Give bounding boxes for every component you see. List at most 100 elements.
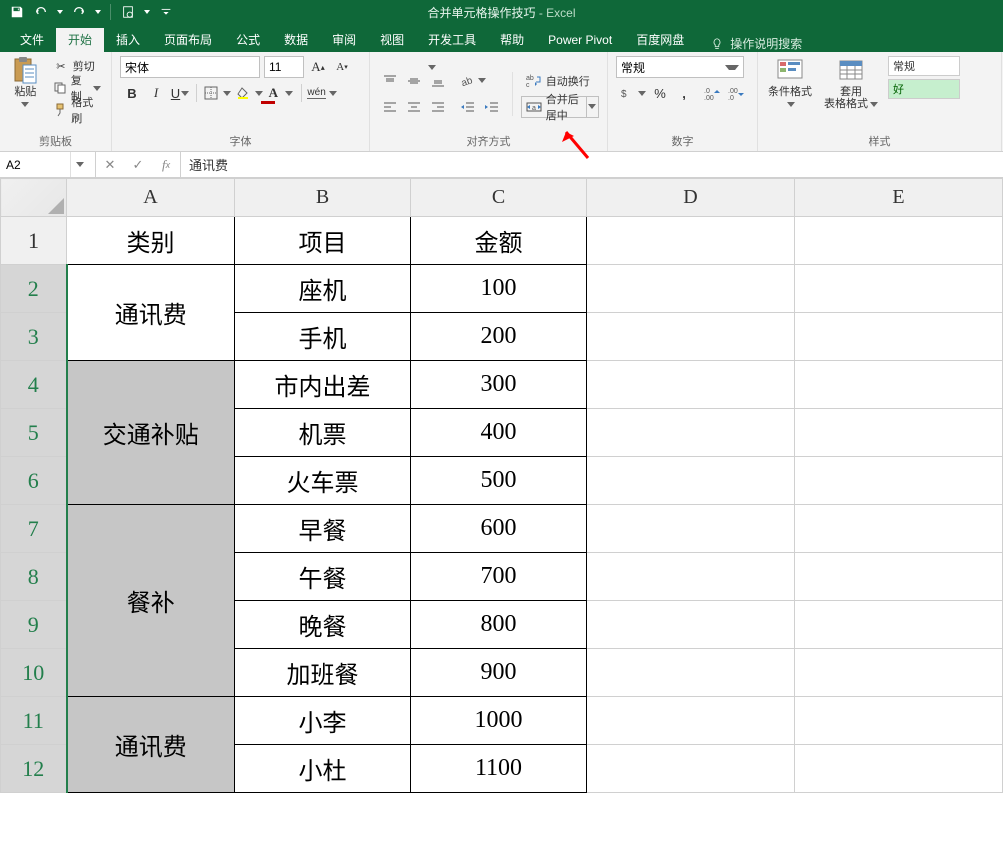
chevron-down-icon[interactable]	[725, 65, 739, 70]
align-left-button[interactable]	[378, 96, 402, 118]
cell-E9[interactable]	[795, 601, 1003, 649]
style-normal[interactable]: 常规	[888, 56, 960, 76]
conditional-formatting-button[interactable]: 条件格式	[766, 56, 814, 110]
decrease-indent-button[interactable]	[456, 96, 480, 118]
cell-B1[interactable]: 项目	[235, 217, 411, 265]
increase-decimal-button[interactable]: .0.00	[700, 82, 724, 104]
decrease-decimal-button[interactable]: .00.0	[724, 82, 748, 104]
row-header-1[interactable]: 1	[1, 217, 67, 265]
name-box-input[interactable]	[0, 158, 70, 172]
row-header-4[interactable]: 4	[1, 361, 67, 409]
font-color-button[interactable]: A	[265, 82, 297, 104]
cell-D1[interactable]	[587, 217, 795, 265]
number-format-combo[interactable]	[616, 56, 744, 78]
cell-D6[interactable]	[587, 457, 795, 505]
row-header-12[interactable]: 12	[1, 745, 67, 793]
cell-B5[interactable]: 机票	[235, 409, 411, 457]
row-header-10[interactable]: 10	[1, 649, 67, 697]
cell-B10[interactable]: 加班餐	[235, 649, 411, 697]
cell-C10[interactable]: 900	[411, 649, 587, 697]
column-header-D[interactable]: D	[587, 179, 795, 217]
cell-B4[interactable]: 市内出差	[235, 361, 411, 409]
tab-page-layout[interactable]: 页面布局	[152, 28, 224, 52]
column-header-C[interactable]: C	[411, 179, 587, 217]
cell-C7[interactable]: 600	[411, 505, 587, 553]
tab-insert[interactable]: 插入	[104, 28, 152, 52]
cell-styles-gallery[interactable]: 常规 好	[888, 56, 960, 102]
cell-C8[interactable]: 700	[411, 553, 587, 601]
cell-D5[interactable]	[587, 409, 795, 457]
row-header-8[interactable]: 8	[1, 553, 67, 601]
name-box[interactable]	[0, 152, 96, 177]
cell-A7[interactable]: 餐补	[67, 505, 235, 697]
cancel-formula-button[interactable]: ✕	[96, 152, 124, 177]
cell-A1[interactable]: 类别	[67, 217, 235, 265]
cell-C11[interactable]: 1000	[411, 697, 587, 745]
cell-A2[interactable]: 通讯费	[67, 265, 235, 361]
cell-C5[interactable]: 400	[411, 409, 587, 457]
format-painter-button[interactable]: 格式刷	[51, 100, 103, 120]
align-middle-button[interactable]	[402, 70, 426, 92]
number-format-input[interactable]	[617, 57, 725, 77]
underline-button[interactable]: U	[168, 82, 192, 104]
row-header-11[interactable]: 11	[1, 697, 67, 745]
tab-review[interactable]: 审阅	[320, 28, 368, 52]
tab-file[interactable]: 文件	[8, 28, 56, 52]
cell-C3[interactable]: 200	[411, 313, 587, 361]
cell-B6[interactable]: 火车票	[235, 457, 411, 505]
wrap-text-button[interactable]: abc 自动换行	[521, 70, 599, 92]
spreadsheet-grid[interactable]: A B C D E 1 类别 项目 金额 2 通讯费 座机 100 3 手机 2…	[0, 178, 1003, 793]
row-header-2[interactable]: 2	[1, 265, 67, 313]
bold-button[interactable]: B	[120, 82, 144, 104]
tell-me-search[interactable]: 操作说明搜索	[710, 35, 802, 52]
cell-E10[interactable]	[795, 649, 1003, 697]
tab-formulas[interactable]: 公式	[224, 28, 272, 52]
formula-bar-value[interactable]: 通讯费	[181, 152, 1003, 177]
align-top-button[interactable]	[378, 70, 402, 92]
font-size-combo[interactable]	[264, 56, 304, 78]
cell-E7[interactable]	[795, 505, 1003, 553]
format-as-table-button[interactable]: 套用 表格格式	[824, 56, 878, 110]
phonetic-button[interactable]: wén	[306, 82, 338, 104]
font-name-combo[interactable]	[120, 56, 260, 78]
select-all-corner[interactable]	[1, 179, 67, 217]
align-center-button[interactable]	[402, 96, 426, 118]
increase-indent-button[interactable]	[480, 96, 504, 118]
decrease-font-button[interactable]: A▾	[332, 56, 352, 78]
cell-D9[interactable]	[587, 601, 795, 649]
row-header-5[interactable]: 5	[1, 409, 67, 457]
cell-E4[interactable]	[795, 361, 1003, 409]
borders-button[interactable]	[201, 82, 233, 104]
cell-E5[interactable]	[795, 409, 1003, 457]
cell-E11[interactable]	[795, 697, 1003, 745]
merge-dropdown[interactable]	[586, 97, 598, 117]
cell-D11[interactable]	[587, 697, 795, 745]
row-header-9[interactable]: 9	[1, 601, 67, 649]
italic-button[interactable]: I	[144, 82, 168, 104]
cell-B2[interactable]: 座机	[235, 265, 411, 313]
row-header-3[interactable]: 3	[1, 313, 67, 361]
cell-C2[interactable]: 100	[411, 265, 587, 313]
cell-C4[interactable]: 300	[411, 361, 587, 409]
column-header-E[interactable]: E	[795, 179, 1003, 217]
column-header-B[interactable]: B	[235, 179, 411, 217]
tab-baidu[interactable]: 百度网盘	[624, 28, 696, 52]
orientation-button[interactable]: ab	[456, 70, 488, 92]
align-bottom-button[interactable]	[426, 70, 450, 92]
enter-formula-button[interactable]: ✓	[124, 152, 152, 177]
cell-D8[interactable]	[587, 553, 795, 601]
comma-button[interactable]: ,	[672, 82, 696, 104]
percent-button[interactable]: %	[648, 82, 672, 104]
cell-D4[interactable]	[587, 361, 795, 409]
cell-D12[interactable]	[587, 745, 795, 793]
tab-home[interactable]: 开始	[56, 28, 104, 52]
row-header-6[interactable]: 6	[1, 457, 67, 505]
cell-E8[interactable]	[795, 553, 1003, 601]
cell-C12[interactable]: 1100	[411, 745, 587, 793]
cell-E12[interactable]	[795, 745, 1003, 793]
cell-A4[interactable]: 交通补贴	[67, 361, 235, 505]
name-box-dropdown[interactable]	[70, 152, 88, 177]
cell-C6[interactable]: 500	[411, 457, 587, 505]
cell-B12[interactable]: 小杜	[235, 745, 411, 793]
accounting-format-button[interactable]: $	[616, 82, 648, 104]
